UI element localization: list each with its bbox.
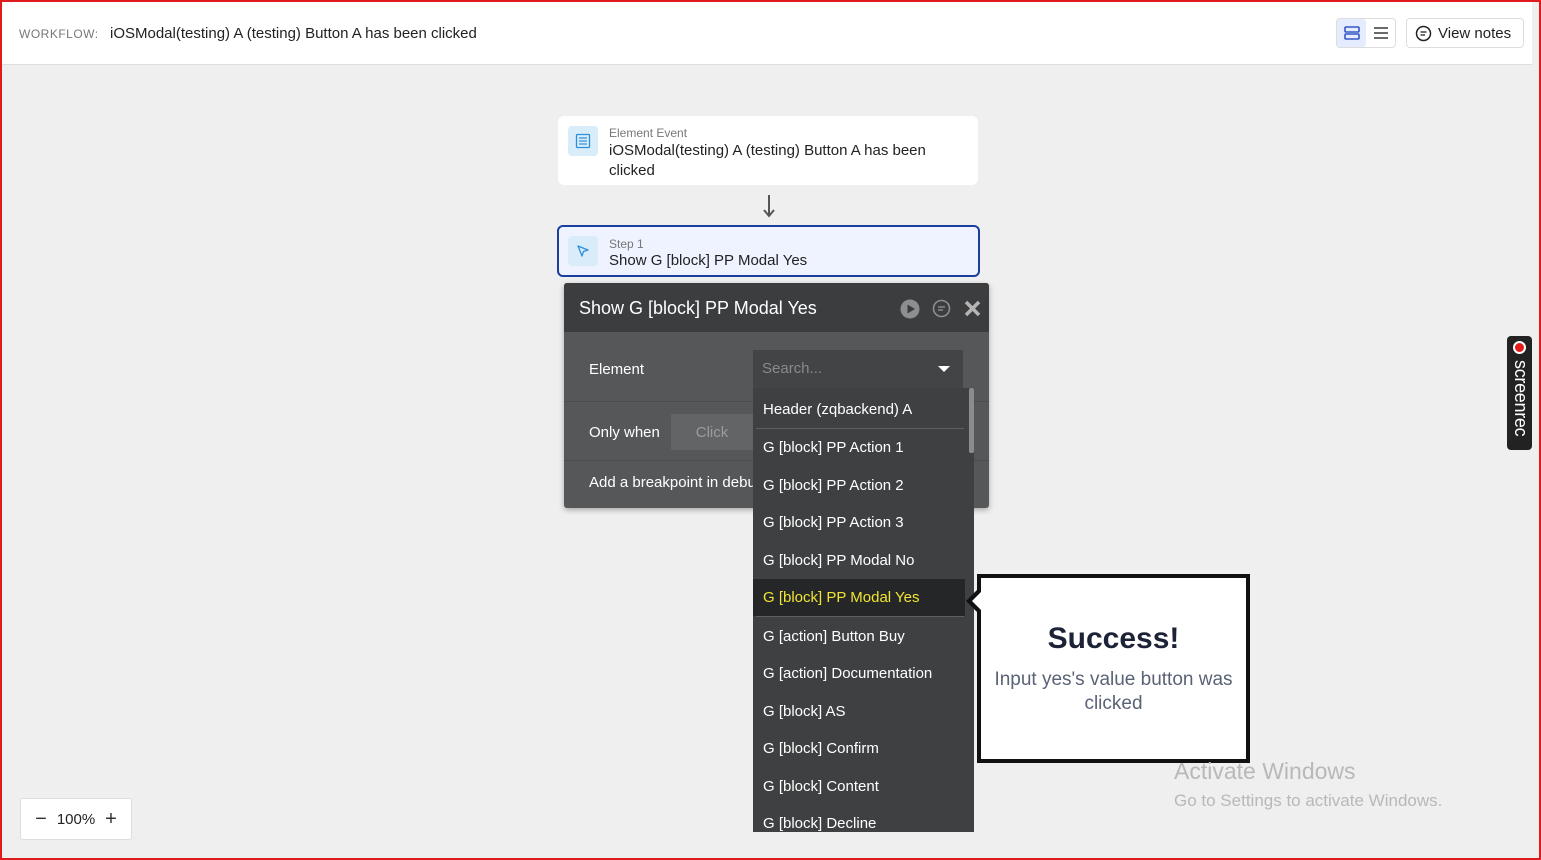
note-bubble-icon xyxy=(1415,25,1432,41)
dropdown-option[interactable]: G [block] Confirm xyxy=(753,730,965,767)
step-title: Show G [block] PP Modal Yes xyxy=(609,252,808,269)
dropdown-option[interactable]: G [action] Documentation xyxy=(753,655,965,692)
dropdown-option[interactable]: G [block] Decline xyxy=(753,805,965,832)
popup-title: Success! xyxy=(1047,622,1180,655)
list-view-button[interactable] xyxy=(1366,19,1395,47)
dropdown-option[interactable]: G [block] PP Action 2 xyxy=(753,467,965,504)
card-view-icon xyxy=(1343,26,1360,40)
arrow-down-icon xyxy=(763,195,775,218)
note-icon[interactable] xyxy=(932,299,951,318)
zoom-level: 100% xyxy=(56,810,96,828)
only-when-label: Only when xyxy=(589,424,660,441)
zoom-out-button[interactable]: − xyxy=(33,808,49,831)
dropdown-option[interactable]: Header (zqbackend) A xyxy=(753,391,965,428)
dropdown-option[interactable]: G [block] Content xyxy=(753,768,965,805)
screenrec-label: screenrec xyxy=(1511,360,1531,437)
dropdown-option[interactable]: G [block] PP Modal No xyxy=(753,542,965,579)
caret-down-icon[interactable] xyxy=(938,366,950,372)
success-popup: Success! Input yes's value button was cl… xyxy=(977,574,1250,763)
card-view-button[interactable] xyxy=(1337,19,1366,47)
popup-pointer-inner xyxy=(972,592,981,610)
element-search-input[interactable] xyxy=(762,360,922,377)
step-kicker: Step 1 xyxy=(609,237,644,251)
dropdown-scrollbar[interactable] xyxy=(969,388,974,453)
editor-header: Show G [block] PP Modal Yes xyxy=(564,283,989,332)
step-card[interactable]: Step 1 Show G [block] PP Modal Yes xyxy=(557,225,980,277)
view-toggle xyxy=(1336,18,1396,48)
play-icon[interactable] xyxy=(900,299,920,319)
dropdown-option[interactable]: G [block] PP Action 1 xyxy=(753,429,965,466)
dropdown-separator xyxy=(756,616,964,617)
dropdown-option-selected[interactable]: G [block] PP Modal Yes xyxy=(753,579,965,616)
element-dropdown[interactable] xyxy=(753,350,963,388)
event-title: iOSModal(testing) A (testing) Button A h… xyxy=(609,142,926,179)
view-notes-label: View notes xyxy=(1438,24,1512,42)
zoom-control: − 100% + xyxy=(20,798,132,840)
list-view-icon xyxy=(1373,27,1388,39)
zoom-in-button[interactable]: + xyxy=(103,808,119,831)
cursor-icon xyxy=(568,236,598,266)
element-dropdown-list: Header (zqbackend) A G [block] PP Action… xyxy=(753,388,974,832)
popup-body: Input yes's value button was clicked xyxy=(994,669,1233,714)
view-notes-button[interactable]: View notes xyxy=(1406,18,1524,48)
event-card[interactable]: Element Event iOSModal(testing) A (testi… xyxy=(558,116,978,185)
element-label: Element xyxy=(589,361,645,378)
close-icon[interactable] xyxy=(964,300,981,317)
record-icon xyxy=(1513,341,1526,354)
editor-title: Show G [block] PP Modal Yes xyxy=(579,298,817,318)
workflow-title: iOSModal(testing) A (testing) Button A h… xyxy=(110,25,477,42)
screenrec-badge[interactable]: screenrec xyxy=(1507,336,1532,450)
dropdown-option[interactable]: G [block] AS xyxy=(753,693,965,730)
dropdown-option[interactable]: G [block] PP Action 3 xyxy=(753,504,965,541)
list-icon xyxy=(568,126,598,156)
dropdown-option[interactable]: G [action] Button Buy xyxy=(753,618,965,655)
event-kicker: Element Event xyxy=(609,126,688,140)
workflow-label: WORKFLOW: xyxy=(19,27,99,41)
only-when-condition[interactable]: Click xyxy=(671,414,753,450)
activate-windows-title: Activate Windows xyxy=(1174,758,1356,784)
activate-windows-subtitle: Go to Settings to activate Windows. xyxy=(1174,791,1443,810)
workflow-header: WORKFLOW: iOSModal(testing) A (testing) … xyxy=(2,2,1532,65)
